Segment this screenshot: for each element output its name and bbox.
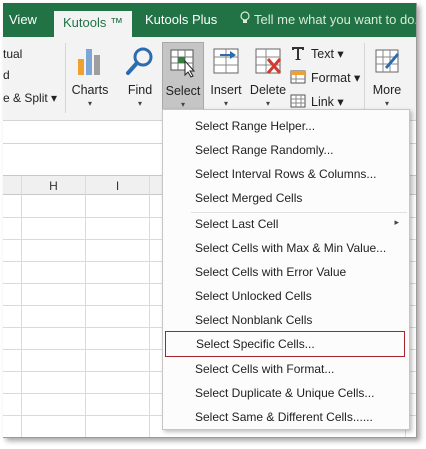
tab-kutools[interactable]: Kutools ™	[54, 11, 132, 37]
menu-item-label: Select Cells with Format...	[195, 362, 335, 376]
menu-item-select-unlocked-cells[interactable]: Select Unlocked Cells	[163, 285, 409, 309]
excel-window: View Kutools ™ Kutools Plus Tell me what…	[3, 3, 417, 438]
menu-item-label: Select Duplicate & Unique Cells...	[195, 386, 375, 400]
format-icon	[290, 70, 306, 84]
ribbon-fragment-2: d	[3, 68, 10, 82]
link-label: Link ▾	[311, 95, 344, 109]
menu-item-select-duplicate-unique[interactable]: Select Duplicate & Unique Cells...	[163, 382, 409, 406]
menu-item-label: Select Last Cell	[195, 217, 279, 231]
format-label: Format ▾	[311, 71, 361, 85]
ribbon-separator	[364, 43, 365, 113]
lightbulb-icon	[240, 11, 250, 27]
tab-kutools-plus[interactable]: Kutools Plus	[145, 12, 217, 27]
text-button[interactable]: Text ▾	[290, 44, 350, 64]
magnifier-icon	[126, 47, 153, 75]
charts-button[interactable]: Charts ▾	[69, 42, 111, 114]
insert-icon	[213, 48, 239, 74]
chevron-down-icon: ▾	[384, 99, 389, 108]
menu-item-label: Select Cells with Max & Min Value...	[195, 241, 387, 255]
menu-item-select-cells-with-format[interactable]: Select Cells with Format...	[163, 358, 409, 382]
menu-item-label: Select Unlocked Cells	[195, 289, 312, 303]
insert-button[interactable]: Insert ▾	[206, 42, 246, 114]
delete-button[interactable]: Delete ▾	[248, 42, 288, 114]
find-label: Find	[127, 83, 153, 97]
find-button[interactable]: Find ▾	[120, 42, 160, 114]
menu-item-label: Select Cells with Error Value	[195, 265, 347, 279]
chevron-down-icon: ▾	[87, 99, 92, 108]
link-icon	[290, 94, 306, 108]
more-label: More	[372, 83, 402, 97]
menu-item-select-same-different[interactable]: Select Same & Different Cells......	[163, 406, 409, 430]
chevron-down-icon: ▾	[223, 99, 228, 108]
menu-item-select-error-value[interactable]: Select Cells with Error Value	[163, 261, 409, 285]
menu-item-select-nonblank-cells[interactable]: Select Nonblank Cells	[163, 309, 409, 333]
select-button[interactable]: Select ▾	[162, 42, 204, 114]
chevron-down-icon: ▾	[265, 99, 270, 108]
menu-item-select-range-randomly[interactable]: Select Range Randomly...	[163, 139, 409, 163]
menu-item-label: Select Merged Cells	[195, 191, 303, 205]
menu-item-label: Select Interval Rows & Columns...	[195, 167, 377, 181]
menu-item-select-merged-cells[interactable]: Select Merged Cells	[163, 187, 409, 211]
ribbon-fragment-1: tual	[3, 47, 23, 61]
select-label: Select	[165, 84, 201, 98]
menu-item-select-range-helper[interactable]: Select Range Helper...	[163, 115, 409, 139]
menu-item-label: Select Specific Cells...	[196, 337, 315, 351]
menu-item-select-last-cell[interactable]: Select Last Cell ▸	[163, 213, 409, 237]
menu-item-label: Select Range Helper...	[195, 119, 316, 133]
chevron-down-icon: ▾	[137, 99, 142, 108]
select-cells-icon	[170, 49, 196, 78]
text-icon	[292, 47, 304, 60]
format-button[interactable]: Format ▾	[290, 68, 362, 88]
menu-item-select-max-min[interactable]: Select Cells with Max & Min Value...	[163, 237, 409, 261]
menu-item-select-interval-rows-columns[interactable]: Select Interval Rows & Columns...	[163, 163, 409, 187]
menu-item-label: Select Same & Different Cells......	[195, 410, 373, 424]
split-button[interactable]: e & Split ▾	[3, 91, 57, 105]
submenu-arrow-icon: ▸	[394, 217, 399, 227]
delete-icon	[255, 48, 282, 74]
more-icon	[375, 49, 399, 73]
ribbon-separator	[65, 43, 66, 113]
delete-label: Delete	[249, 83, 287, 97]
menu-item-label: Select Range Randomly...	[195, 143, 334, 157]
insert-label: Insert	[210, 83, 242, 97]
tab-view[interactable]: View	[9, 12, 37, 27]
menu-item-label: Select Nonblank Cells	[195, 313, 313, 327]
charts-icon	[78, 49, 100, 75]
chevron-down-icon: ▾	[180, 100, 185, 109]
select-dropdown-menu: Select Range Helper... Select Range Rand…	[162, 109, 410, 430]
charts-label: Charts	[71, 83, 109, 97]
tell-me-search[interactable]: Tell me what you want to do...	[240, 11, 417, 27]
more-button[interactable]: More ▾	[367, 42, 407, 114]
ribbon-tab-bar: View Kutools ™ Kutools Plus Tell me what…	[3, 3, 417, 37]
text-label: Text ▾	[311, 47, 344, 61]
tell-me-text: Tell me what you want to do...	[254, 12, 417, 27]
column-header-i[interactable]: I	[86, 179, 149, 193]
column-header-h[interactable]: H	[22, 179, 85, 193]
menu-item-select-specific-cells[interactable]: Select Specific Cells...	[165, 331, 405, 357]
